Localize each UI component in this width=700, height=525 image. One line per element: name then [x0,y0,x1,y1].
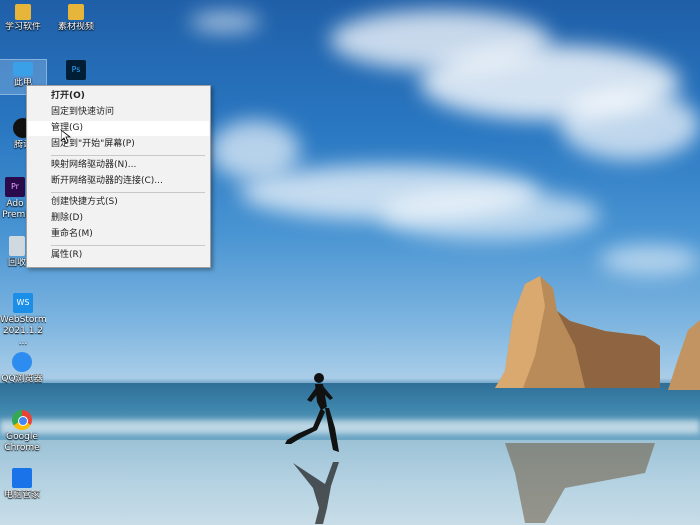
menu-properties[interactable]: 属性(R) [28,248,209,263]
desktop-icon-label: 学习软件 [4,22,41,32]
desktop-icon-pc-manager[interactable]: 电脑管家 [0,468,44,501]
desktop-icon-label: WebStorm 2021.1.2 ... [0,315,46,347]
menu-manage[interactable]: 管理(G) [28,121,209,136]
desktop-icon-study-software[interactable]: 学习软件 [0,4,46,33]
runner-reflection [293,462,339,524]
recycle-bin-icon [9,236,25,256]
cloud [190,12,260,32]
rock-formation-right [668,320,700,390]
menu-pin-start[interactable]: 固定到"开始"屏幕(P) [28,137,209,152]
cloud [380,190,600,240]
folder-icon [15,4,31,20]
menu-rename[interactable]: 重命名(M) [28,227,209,242]
desktop-icon-label: Google Chrome [4,432,40,453]
desktop-icon-chrome[interactable]: Google Chrome [0,410,44,454]
menu-separator [51,192,205,193]
qq-browser-icon [12,352,32,372]
premiere-icon: Pr [5,177,25,197]
runner-silhouette [285,373,339,452]
menu-delete[interactable]: 删除(D) [28,211,209,226]
desktop-icon-material-video[interactable]: 素材视频 [53,4,99,33]
desktop-icon-webstorm[interactable]: WS WebStorm 2021.1.2 ... [0,293,46,348]
menu-separator [51,245,205,246]
menu-pin-quick-access[interactable]: 固定到快速访问 [28,105,209,120]
webstorm-icon: WS [13,293,33,313]
desktop-wallpaper[interactable]: 学习软件 素材视频 此电 Ps 腾讯 Pr Ado Premi 回收 WS We… [0,0,700,525]
photoshop-icon: Ps [66,60,86,80]
desktop-icon-label: 素材视频 [57,22,94,32]
cloud [210,120,300,180]
menu-open[interactable]: 打开(O) [28,89,209,104]
menu-map-drive[interactable]: 映射网络驱动器(N)... [28,158,209,173]
chrome-icon [12,410,32,430]
rock-reflection [505,443,655,523]
shield-icon [12,468,32,488]
cloud [560,90,700,160]
desktop-icon-photoshop[interactable]: Ps [53,60,99,82]
menu-disconnect-drive[interactable]: 断开网络驱动器的连接(C)... [28,174,209,189]
wave-foam [0,420,700,434]
video-folder-icon [68,4,84,20]
mouse-cursor-icon [61,130,71,144]
computer-icon [13,62,33,76]
cloud [600,245,700,275]
menu-create-shortcut[interactable]: 创建快捷方式(S) [28,195,209,210]
rock-formation [495,276,660,388]
desktop-icon-label: 电脑管家 [3,490,40,500]
sea [0,383,700,443]
context-menu: 打开(O) 固定到快速访问 管理(G) 固定到"开始"屏幕(P) 映射网络驱动器… [26,85,211,268]
menu-separator [51,155,205,156]
desktop-icon-label: QQ浏览器 [1,374,43,384]
desktop-icon-qq-browser[interactable]: QQ浏览器 [0,352,44,385]
